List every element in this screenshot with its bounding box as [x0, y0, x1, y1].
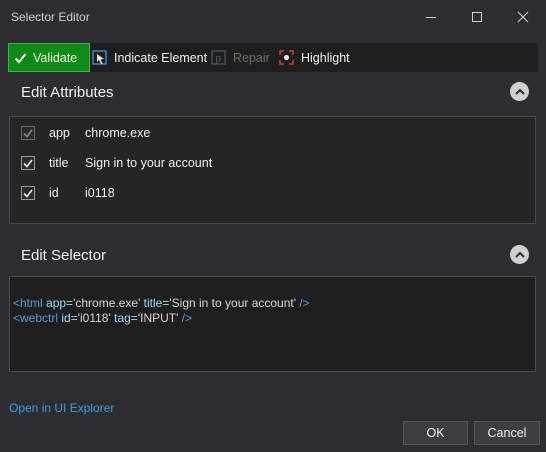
selector-tag: <html — [13, 296, 43, 310]
collapse-attributes-button[interactable] — [510, 82, 529, 101]
close-icon — [517, 11, 529, 22]
selector-attr-name: id= — [58, 311, 78, 325]
close-button[interactable] — [500, 0, 546, 33]
checkmark-icon — [23, 129, 33, 138]
collapse-selector-button[interactable] — [510, 245, 529, 264]
repair-button[interactable]: p Repair — [211, 43, 270, 72]
ok-button[interactable]: OK — [403, 421, 468, 445]
selector-line-html: <html app='chrome.exe' title='Sign in to… — [13, 296, 535, 311]
validate-button[interactable]: Validate — [8, 43, 90, 72]
window-title: Selector Editor — [11, 10, 90, 24]
edit-selector-heading: Edit Selector — [21, 247, 107, 264]
selector-attr-name: title= — [140, 296, 170, 310]
highlight-icon — [279, 50, 294, 65]
chevron-up-icon — [514, 251, 525, 258]
minimize-button[interactable] — [408, 0, 454, 33]
selector-editor-textarea[interactable]: <html app='chrome.exe' title='Sign in to… — [9, 276, 536, 372]
maximize-button[interactable] — [454, 0, 500, 33]
highlight-label: Highlight — [301, 50, 350, 65]
cancel-button[interactable]: Cancel — [474, 421, 540, 445]
selector-attr-value: 'chrome.exe' — [73, 296, 141, 310]
selector-attr-value: 'Sign in to your account' — [169, 296, 297, 310]
attribute-name: title — [49, 156, 69, 170]
repair-icon: p — [211, 49, 226, 65]
edit-attributes-heading: Edit Attributes — [21, 84, 114, 101]
open-in-ui-explorer-link[interactable]: Open in UI Explorer — [9, 401, 114, 415]
selector-line-webctrl: <webctrl id='i0118' tag='INPUT' /> — [13, 311, 535, 326]
attributes-list: app chrome.exe title Sign in to your acc… — [9, 116, 536, 224]
highlight-button[interactable]: Highlight — [278, 43, 350, 72]
attribute-value: chrome.exe — [85, 126, 151, 140]
minimize-icon — [426, 16, 436, 18]
selector-tag: <webctrl — [13, 311, 59, 325]
indicate-element-icon — [92, 49, 107, 65]
selector-attr-name: tag= — [110, 311, 138, 325]
title-bar: Selector Editor — [0, 0, 546, 33]
attribute-name: app — [49, 126, 70, 140]
checkmark-icon — [23, 189, 33, 198]
selector-toolbar: Validate Indicate Element p Repair Highl… — [8, 43, 538, 72]
attribute-value: Sign in to your account — [85, 156, 213, 170]
attribute-value: i0118 — [85, 186, 115, 200]
checkmark-icon — [23, 159, 33, 168]
svg-text:p: p — [216, 53, 222, 64]
repair-label: Repair — [233, 50, 270, 65]
maximize-icon — [472, 11, 482, 22]
selector-attr-value: 'i0118' — [77, 311, 111, 325]
selector-attr-value: 'INPUT' — [137, 311, 179, 325]
selector-tag-close: /> — [178, 311, 193, 325]
indicate-element-button[interactable]: Indicate Element — [92, 43, 207, 72]
checkmark-icon — [14, 52, 27, 63]
selector-tag-close: /> — [296, 296, 310, 310]
attribute-checkbox[interactable] — [21, 186, 35, 200]
selector-attr-name: app= — [42, 296, 74, 310]
attribute-row-app: app chrome.exe — [10, 123, 535, 143]
chevron-up-icon — [514, 88, 525, 95]
validate-label: Validate — [33, 50, 78, 65]
indicate-element-label: Indicate Element — [114, 50, 208, 65]
attribute-name: id — [49, 186, 59, 200]
attribute-checkbox[interactable] — [21, 126, 35, 140]
attribute-row-id: id i0118 — [10, 183, 535, 203]
attribute-row-title: title Sign in to your account — [10, 153, 535, 173]
attribute-checkbox[interactable] — [21, 156, 35, 170]
